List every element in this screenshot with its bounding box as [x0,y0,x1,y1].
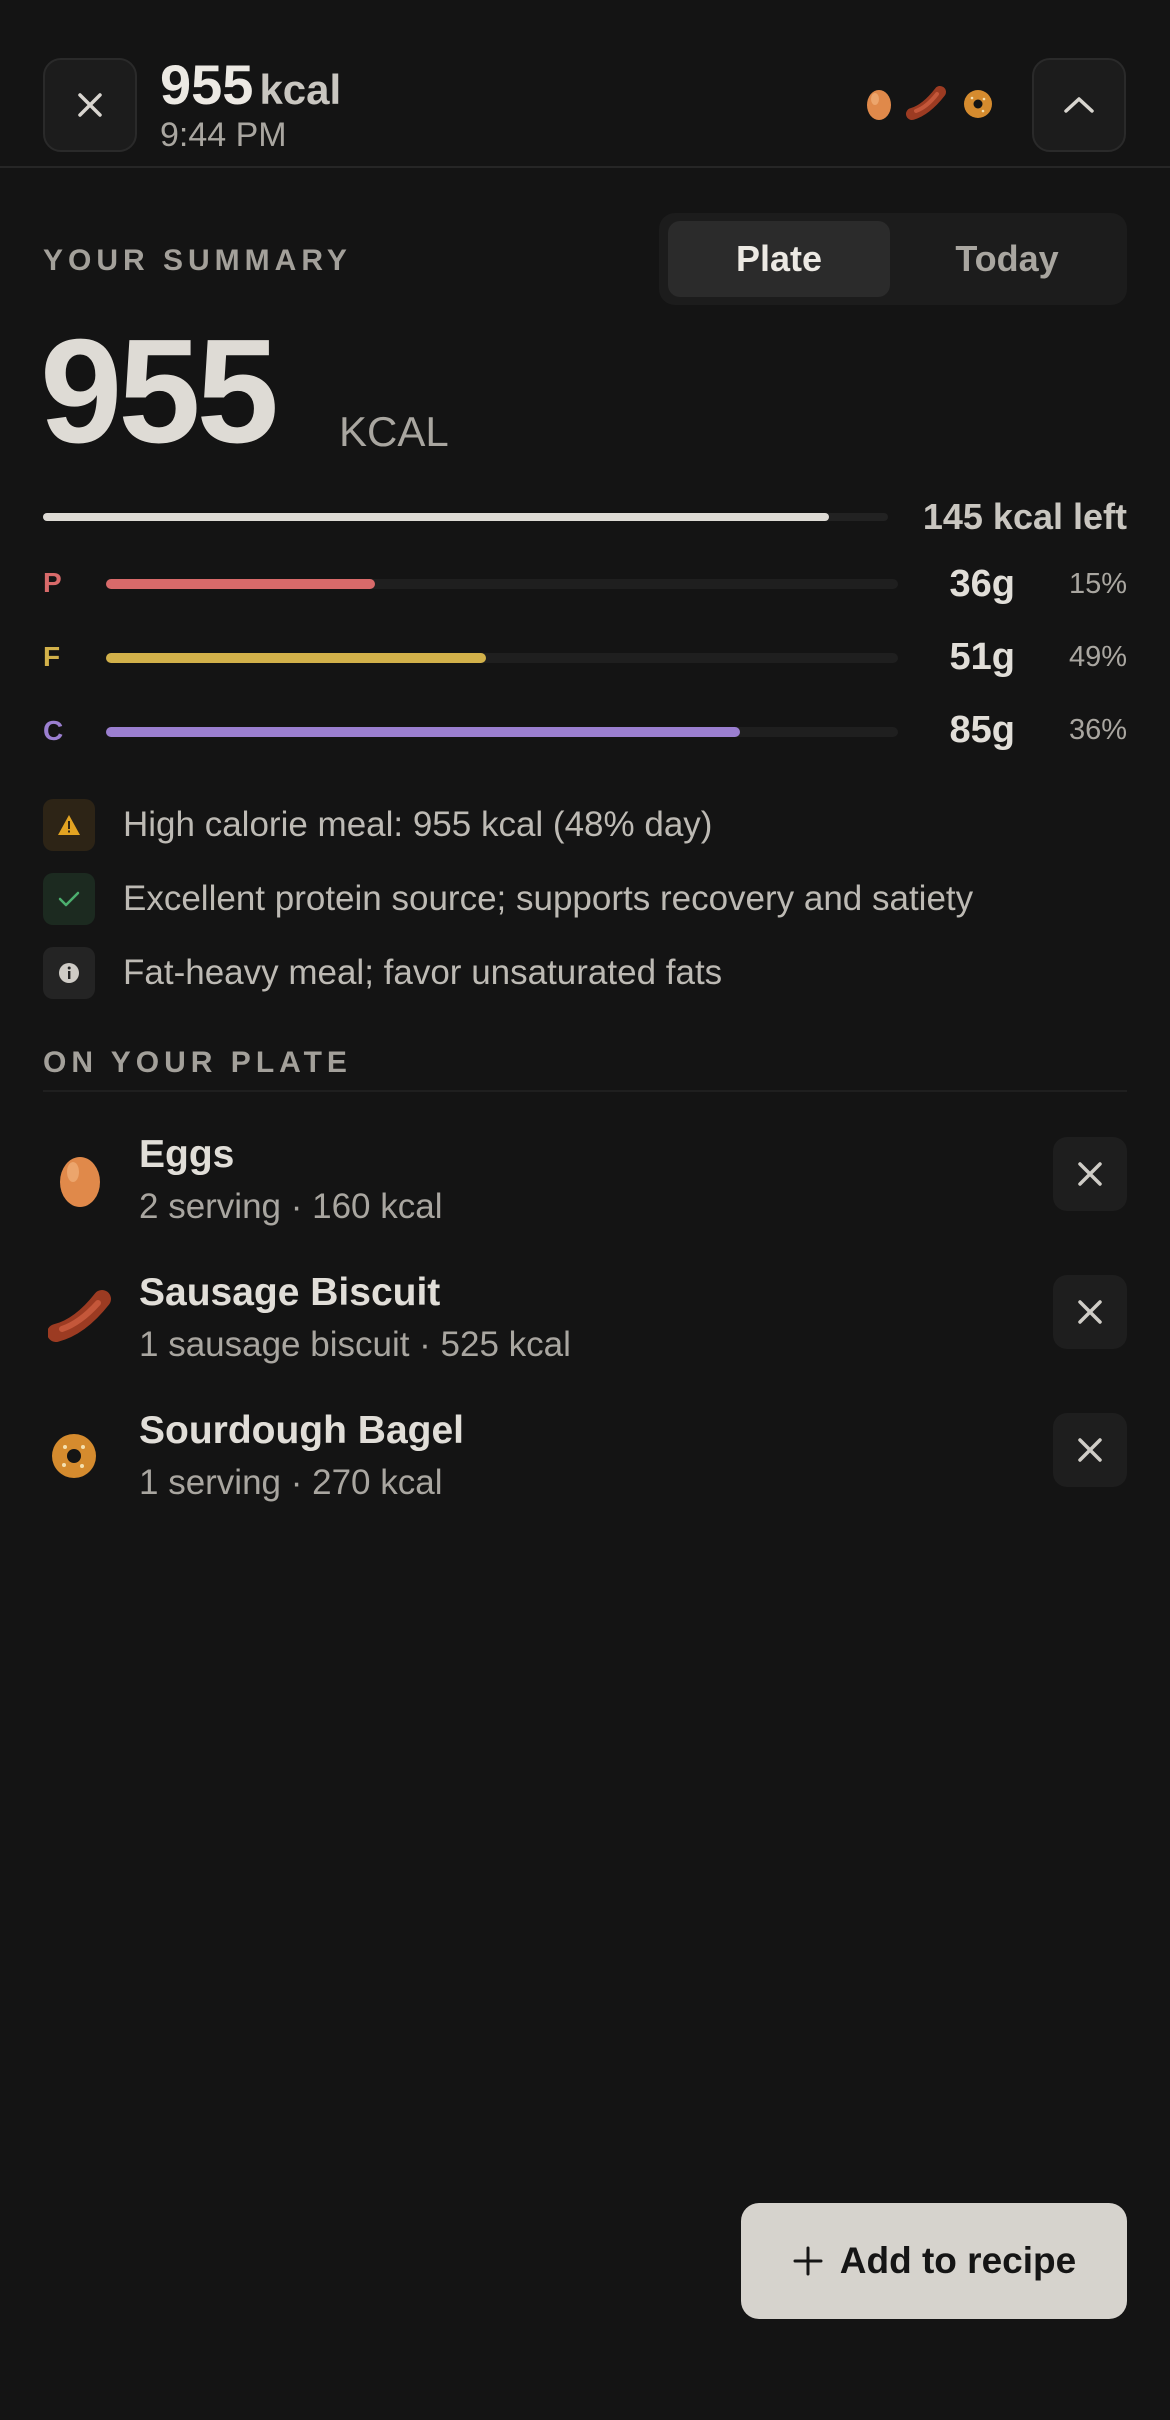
calorie-progress-bar [43,513,888,521]
calorie-progress-fill [43,513,829,521]
macro-letter-protein: P [43,567,62,598]
remove-item-button[interactable] [1053,1275,1127,1349]
summary-segmented-control: Plate Today [659,213,1127,305]
macro-letter-carbs: C [43,715,64,746]
plus-icon [793,2246,823,2276]
macro-letter-fat: F [43,641,61,672]
insight-text: High calorie meal: 955 kcal (48% day) [123,805,713,844]
egg-icon [60,1157,100,1207]
collapse-button[interactable] [1032,58,1126,152]
summary-heading: YOUR SUMMARY [43,244,352,277]
macro-fill-carbs [106,727,740,737]
sausage-icon [48,1290,111,1342]
item-meta: 1 sausage biscuit · 525 kcal [139,1325,571,1364]
info-badge [43,947,95,999]
header-food-thumbnails [862,84,998,122]
header-kcal-unit: kcal [259,66,342,113]
header: 955 kcal 9:44 PM [0,0,1170,168]
insight-text: Fat-heavy meal; favor unsaturated fats [123,953,723,992]
macro-grams-carbs: 85g [949,709,1015,751]
add-to-recipe-button[interactable]: Add to recipe [741,2203,1127,2319]
macro-bar-carbs [106,727,898,737]
macro-grams-fat: 51g [949,636,1015,678]
macro-bar-fat [106,653,898,663]
header-kcal-value: 955 [160,53,254,116]
meal-detail-screen: 955 kcal 9:44 PM YOUR SUMMARY Plate Toda… [0,0,1170,2420]
item-name: Sourdough Bagel [139,1409,464,1452]
check-icon [58,891,80,907]
chevron-up-icon [1064,97,1094,113]
macro-bar-protein [106,579,898,589]
tab-today[interactable]: Today [896,221,1118,297]
total-kcal: 955 [40,309,279,474]
divider [43,1090,1127,1092]
egg-icon [867,90,891,120]
sausage-icon [906,86,946,120]
warning-badge [43,799,95,851]
macro-fill-protein [106,579,376,589]
item-meta: 2 serving · 160 kcal [139,1187,443,1226]
bagel-icon [964,90,992,118]
insight-text: Excellent protein source; supports recov… [123,879,974,918]
list-item: Sausage Biscuit 1 sausage biscuit · 525 … [0,1265,1170,1375]
tab-plate[interactable]: Plate [668,221,890,297]
close-icon [1078,1162,1102,1186]
close-button[interactable] [43,58,137,152]
insight-high-calorie: High calorie meal: 955 kcal (48% day) [43,799,712,851]
warning-icon [58,815,80,835]
add-to-recipe-label: Add to recipe [839,2240,1077,2281]
check-badge [43,873,95,925]
macro-fill-fat [106,653,487,663]
bagel-icon [52,1434,96,1478]
item-name: Sausage Biscuit [139,1271,441,1314]
macro-grams-protein: 36g [949,563,1015,605]
info-icon [59,963,79,983]
list-item: Sourdough Bagel 1 serving · 270 kcal [0,1403,1170,1513]
macro-percent-carbs: 36% [1068,714,1127,746]
insight-fat: Fat-heavy meal; favor unsaturated fats [43,947,722,999]
list-item: Eggs 2 serving · 160 kcal [0,1127,1170,1237]
plate-heading: ON YOUR PLATE [43,1046,352,1079]
close-icon [78,93,102,117]
close-icon [1078,1300,1102,1324]
kcal-left: 145 kcal left [922,496,1127,537]
remove-item-button[interactable] [1053,1137,1127,1211]
item-name: Eggs [139,1133,235,1176]
total-kcal-unit: KCAL [339,408,449,455]
item-meta: 1 serving · 270 kcal [139,1463,443,1502]
remove-item-button[interactable] [1053,1413,1127,1487]
close-icon [1078,1438,1102,1462]
header-calories: 955 kcal [160,52,341,117]
macro-percent-protein: 15% [1068,568,1127,600]
header-time: 9:44 PM [160,116,287,154]
insight-protein: Excellent protein source; supports recov… [43,873,973,925]
macro-percent-fat: 49% [1068,641,1127,673]
